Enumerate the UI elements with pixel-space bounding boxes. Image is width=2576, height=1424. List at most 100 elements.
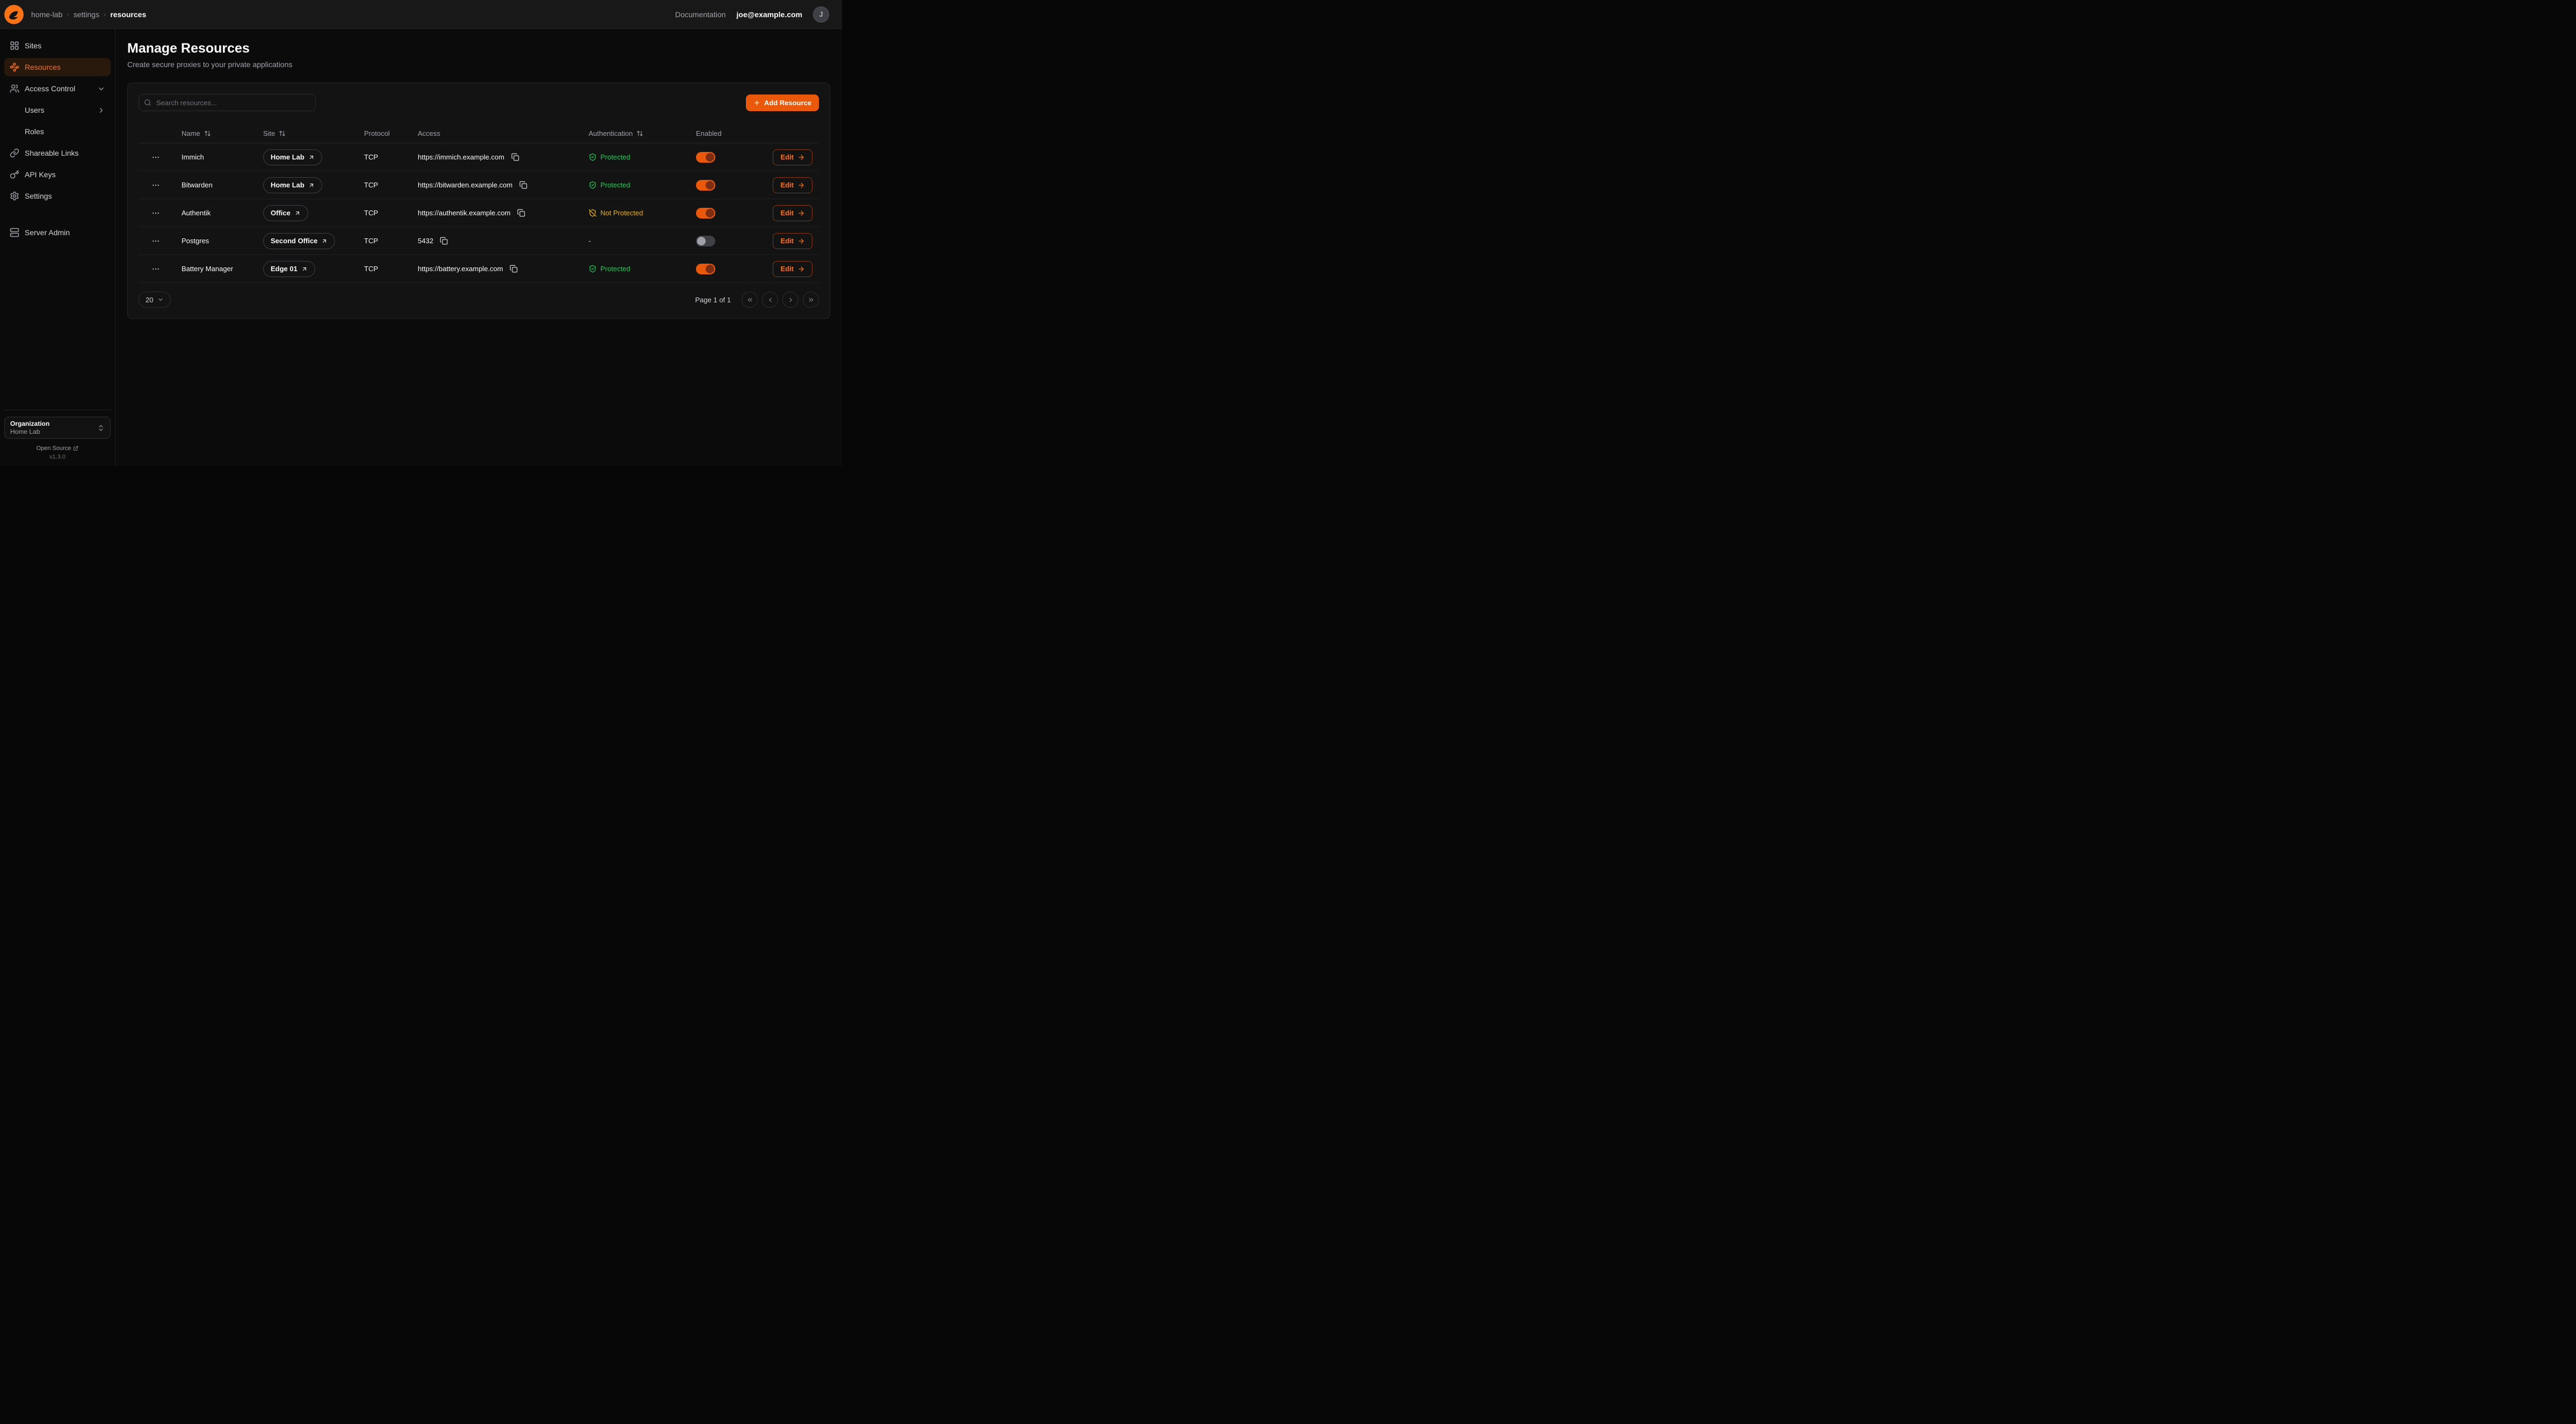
- organization-selector[interactable]: Organization Home Lab: [4, 417, 111, 439]
- external-link-icon: [294, 210, 301, 216]
- breadcrumb-item-home-lab[interactable]: home-lab: [31, 10, 62, 19]
- external-link-icon: [301, 266, 308, 272]
- sidebar-item-label: Sites: [25, 41, 41, 50]
- protocol: TCP: [355, 181, 409, 189]
- copy-button[interactable]: [508, 263, 520, 275]
- site-link-button[interactable]: Office: [263, 205, 308, 221]
- protocol: TCP: [355, 153, 409, 161]
- plus-icon: [753, 99, 760, 106]
- page-size-select[interactable]: 20: [139, 292, 171, 308]
- chevrons-left-icon: [746, 296, 753, 303]
- enabled-toggle[interactable]: [696, 152, 715, 163]
- breadcrumb-item-settings[interactable]: settings: [74, 10, 99, 19]
- server-icon: [10, 228, 19, 237]
- row-menu-button[interactable]: [149, 206, 163, 220]
- arrow-right-icon: [797, 237, 805, 245]
- ellipsis-icon: [151, 153, 160, 162]
- user-email: joe@example.com: [736, 10, 802, 19]
- page-info: Page 1 of 1: [695, 296, 731, 304]
- edit-button[interactable]: Edit: [773, 205, 812, 221]
- auth-status: Protected: [589, 153, 630, 161]
- pagination-next-button[interactable]: [782, 292, 799, 308]
- enabled-toggle[interactable]: [696, 180, 715, 191]
- key-icon: [10, 170, 19, 179]
- sidebar-bottom: Organization Home Lab Open Source v1.3.0: [4, 410, 111, 460]
- sidebar-item-label: API Keys: [25, 170, 56, 179]
- table-row: Immich Home Lab TCP https://immich.examp…: [139, 143, 819, 171]
- sidebar-item-settings[interactable]: Settings: [4, 187, 111, 205]
- edit-button[interactable]: Edit: [773, 177, 812, 193]
- column-header-protocol: Protocol: [355, 129, 409, 137]
- row-menu-button[interactable]: [149, 234, 163, 248]
- site-link-button[interactable]: Second Office: [263, 233, 335, 249]
- sidebar-item-sites[interactable]: Sites: [4, 37, 111, 55]
- sidebar-item-users[interactable]: Users: [4, 101, 111, 119]
- toggle-knob: [706, 265, 714, 273]
- row-menu-button[interactable]: [149, 150, 163, 164]
- pagination-last-button[interactable]: [803, 292, 819, 308]
- column-header-authentication[interactable]: Authentication: [580, 129, 687, 137]
- sidebar-item-server-admin[interactable]: Server Admin: [4, 223, 111, 242]
- shield-check-icon: [589, 153, 597, 161]
- sort-icon: [636, 130, 643, 137]
- documentation-link[interactable]: Documentation: [675, 10, 725, 19]
- sidebar-item-label: Server Admin: [25, 228, 70, 237]
- copy-button[interactable]: [517, 179, 529, 191]
- copy-icon: [519, 181, 527, 189]
- row-menu-button[interactable]: [149, 262, 163, 276]
- add-resource-button[interactable]: Add Resource: [746, 95, 819, 111]
- page-subtitle: Create secure proxies to your private ap…: [127, 60, 830, 69]
- search-icon: [144, 99, 151, 106]
- column-header-enabled: Enabled: [687, 129, 760, 137]
- toggle-knob: [706, 153, 714, 162]
- sort-icon: [279, 130, 286, 137]
- table-row: Authentik Office TCP https://authentik.e…: [139, 199, 819, 227]
- breadcrumb-item-resources[interactable]: resources: [110, 10, 146, 19]
- card-toolbar: Add Resource: [139, 94, 819, 111]
- enabled-toggle[interactable]: [696, 236, 715, 246]
- topbar: home-lab › settings › resources Document…: [0, 0, 842, 29]
- enabled-toggle[interactable]: [696, 208, 715, 219]
- resource-name: Battery Manager: [173, 265, 255, 273]
- open-source-link[interactable]: Open Source: [4, 445, 111, 452]
- app-logo-icon[interactable]: [4, 5, 24, 24]
- column-header-name[interactable]: Name: [173, 129, 255, 137]
- resource-name: Bitwarden: [173, 181, 255, 189]
- row-menu-button[interactable]: [149, 178, 163, 192]
- column-header-site[interactable]: Site: [255, 129, 355, 137]
- sidebar: Sites Resources Access Control: [0, 29, 115, 466]
- copy-button[interactable]: [438, 235, 450, 247]
- auth-status: Protected: [589, 181, 630, 189]
- protocol: TCP: [355, 237, 409, 245]
- site-link-button[interactable]: Home Lab: [263, 177, 322, 193]
- copy-button[interactable]: [516, 207, 527, 219]
- auth-status: -: [589, 237, 591, 245]
- site-link-button[interactable]: Home Lab: [263, 149, 322, 165]
- copy-button[interactable]: [509, 151, 521, 163]
- edit-button[interactable]: Edit: [773, 261, 812, 277]
- sidebar-item-access-control[interactable]: Access Control: [4, 79, 111, 98]
- sidebar-item-api-keys[interactable]: API Keys: [4, 165, 111, 184]
- column-header-access: Access: [409, 129, 580, 137]
- sidebar-item-shareable-links[interactable]: Shareable Links: [4, 144, 111, 162]
- pagination-first-button[interactable]: [742, 292, 758, 308]
- external-link-icon: [308, 182, 315, 188]
- search-box: [139, 94, 316, 111]
- enabled-toggle[interactable]: [696, 264, 715, 274]
- chevron-right-icon: [787, 296, 794, 303]
- page-title: Manage Resources: [127, 41, 830, 56]
- ellipsis-icon: [151, 209, 160, 217]
- chevrons-up-down-icon: [97, 424, 105, 432]
- avatar[interactable]: J: [813, 6, 829, 23]
- pagination-prev-button[interactable]: [762, 292, 778, 308]
- sidebar-item-roles[interactable]: Roles: [4, 122, 111, 141]
- protocol: TCP: [355, 209, 409, 217]
- edit-button[interactable]: Edit: [773, 149, 812, 165]
- sidebar-item-resources[interactable]: Resources: [4, 58, 111, 76]
- toggle-knob: [706, 209, 714, 217]
- resource-name: Immich: [173, 153, 255, 161]
- copy-icon: [440, 237, 448, 245]
- site-link-button[interactable]: Edge 01: [263, 261, 315, 277]
- edit-button[interactable]: Edit: [773, 233, 812, 249]
- search-input[interactable]: [139, 94, 316, 111]
